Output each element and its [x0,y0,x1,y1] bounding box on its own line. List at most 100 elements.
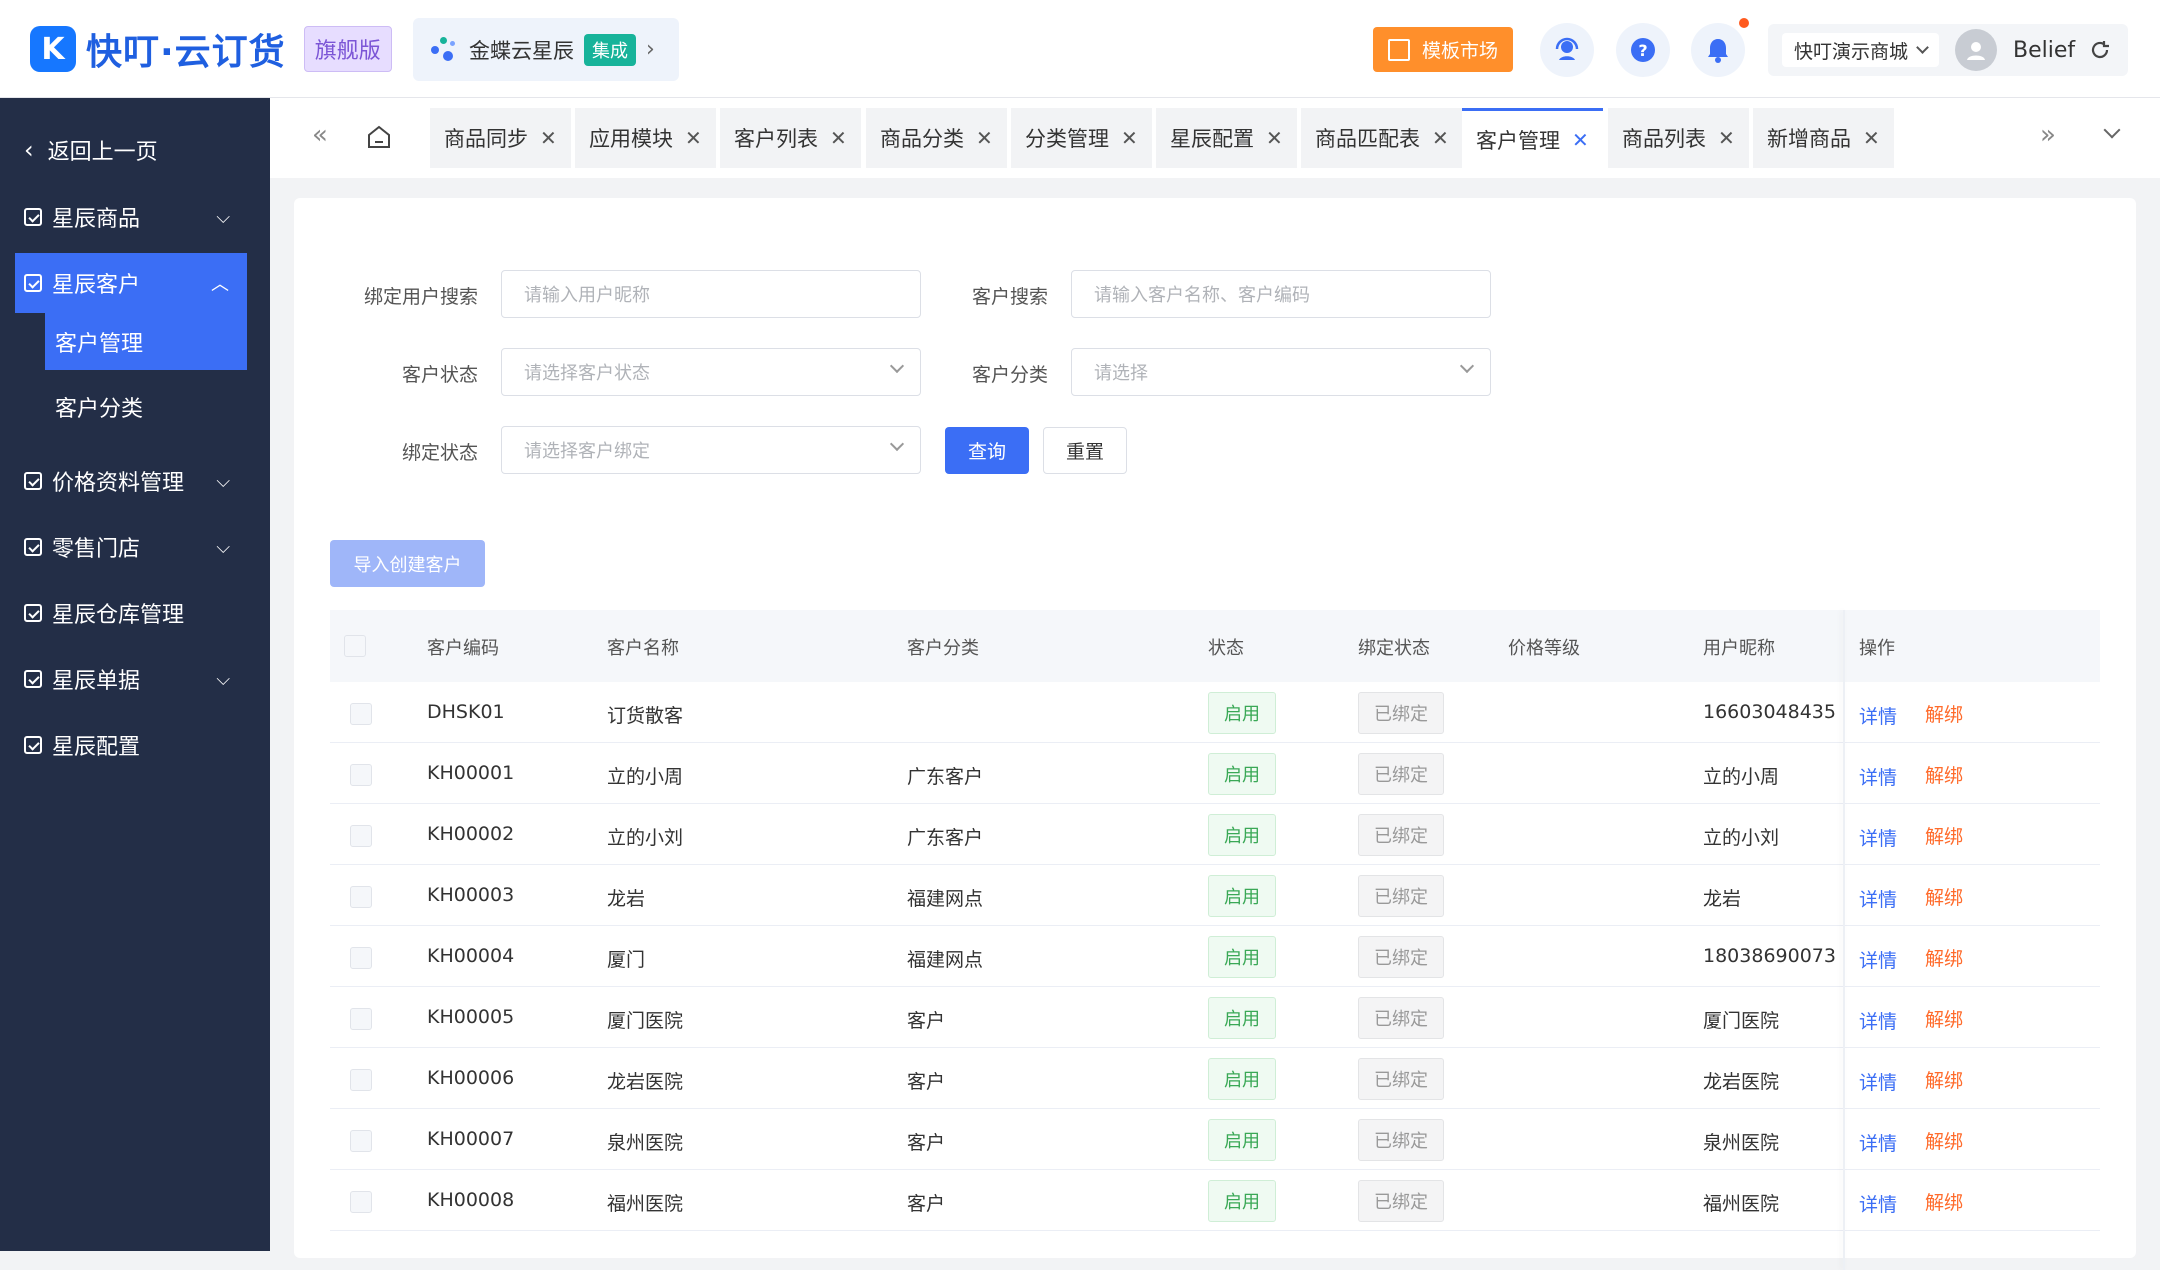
close-icon[interactable]: ✕ [685,126,702,150]
tab-app-modules[interactable]: 应用模块 ✕ [575,108,716,168]
row-checkbox[interactable] [350,947,372,969]
tab-product-category[interactable]: 商品分类 ✕ [866,108,1007,168]
table-row[interactable]: KH00008 福州医院 客户 启用 已绑定 福州医院 详情 解绑 [330,1170,2100,1231]
sidebar-item-warehouse[interactable]: 星辰仓库管理 [0,583,270,643]
chevron-down-icon[interactable] [2103,121,2121,139]
detail-link[interactable]: 详情 [1859,1068,1897,1095]
tab-customer-management[interactable]: 客户管理 ✕ [1462,108,1603,168]
tab-product-list[interactable]: 商品列表 ✕ [1608,108,1749,168]
table-row[interactable]: KH00004 厦门 福建网点 启用 已绑定 18038690073 详情 解绑 [330,926,2100,987]
home-icon[interactable] [366,124,392,150]
notification-button[interactable] [1691,23,1745,77]
unbind-link[interactable]: 解绑 [1925,1127,1963,1154]
row-checkbox[interactable] [350,703,372,725]
unbind-link[interactable]: 解绑 [1925,1005,1963,1032]
column-header[interactable]: 客户名称 [607,634,679,660]
row-checkbox[interactable] [350,1069,372,1091]
column-header[interactable]: 状态 [1208,634,1244,660]
table-row[interactable]: KH00006 龙岩医院 客户 启用 已绑定 龙岩医院 详情 解绑 [330,1048,2100,1109]
sidebar-item-products[interactable]: 星辰商品 ⌵ [0,187,270,247]
table-row[interactable]: KH00002 立的小刘 广东客户 启用 已绑定 立的小刘 详情 解绑 [330,804,2100,865]
table-row[interactable]: KH00003 龙岩 福建网点 启用 已绑定 龙岩 详情 解绑 [330,865,2100,926]
row-checkbox[interactable] [350,825,372,847]
tab-xingchen-settings[interactable]: 星辰配置 ✕ [1156,108,1297,168]
kingdee-integration-link[interactable]: 金蝶云星辰 集成 › [413,18,679,81]
sidebar-item-retail-stores[interactable]: 零售门店 ⌵ [0,517,270,577]
svg-text:?: ? [1638,41,1647,60]
close-icon[interactable]: ✕ [1572,128,1589,152]
double-chevron-left-icon[interactable]: « [312,120,328,150]
sidebar-subitem-customer-category[interactable]: 客户分类 [45,378,247,435]
column-header[interactable]: 价格等级 [1508,634,1580,660]
customer-category-select[interactable]: 请选择 [1071,348,1491,396]
sidebar-item-price[interactable]: 价格资料管理 ⌵ [0,451,270,511]
row-checkbox[interactable] [350,1008,372,1030]
close-icon[interactable]: ✕ [540,126,557,150]
unbind-link[interactable]: 解绑 [1925,761,1963,788]
detail-link[interactable]: 详情 [1859,702,1897,729]
close-icon[interactable]: ✕ [1266,126,1283,150]
help-button[interactable]: ? [1616,23,1670,77]
refresh-icon[interactable] [2089,39,2111,61]
back-link[interactable]: ‹ 返回上一页 [0,120,270,180]
close-icon[interactable]: ✕ [1718,126,1735,150]
column-header[interactable]: 客户编码 [427,634,499,660]
close-icon[interactable]: ✕ [1121,126,1138,150]
sidebar-item-documents[interactable]: 星辰单据 ⌵ [0,649,270,709]
unbind-link[interactable]: 解绑 [1925,700,1963,727]
unbind-link[interactable]: 解绑 [1925,1066,1963,1093]
service-icon [1555,37,1579,60]
table-row[interactable]: KH00005 厦门医院 客户 启用 已绑定 厦门医院 详情 解绑 [330,987,2100,1048]
tab-add-product[interactable]: 新增商品 ✕ [1753,108,1894,168]
shop-selector[interactable]: 快叮演示商城 [1782,33,1940,67]
bind-user-input[interactable]: 请输入用户昵称 [501,270,921,318]
detail-link[interactable]: 详情 [1859,1007,1897,1034]
customer-service-button[interactable] [1540,23,1594,77]
bind-status-select[interactable]: 请选择客户绑定 [501,426,921,474]
tab-category-management[interactable]: 分类管理 ✕ [1011,108,1152,168]
detail-link[interactable]: 详情 [1859,763,1897,790]
row-checkbox[interactable] [350,886,372,908]
column-header[interactable]: 用户昵称 [1703,634,1775,660]
reset-button[interactable]: 重置 [1043,427,1127,474]
table-row[interactable]: KH00007 泉州医院 客户 启用 已绑定 泉州医院 详情 解绑 [330,1109,2100,1170]
close-icon[interactable]: ✕ [1432,126,1449,150]
sidebar-item-customers[interactable]: 星辰客户 ︿ [15,253,247,313]
sidebar-subitem-customer-management[interactable]: 客户管理 [45,313,247,370]
select-all-checkbox[interactable] [344,635,366,657]
unbind-link[interactable]: 解绑 [1925,944,1963,971]
detail-link[interactable]: 详情 [1859,885,1897,912]
close-icon[interactable]: ✕ [1863,126,1880,150]
user-area: 快叮演示商城 Belief [1768,24,2128,76]
tab-customer-list[interactable]: 客户列表 ✕ [720,108,861,168]
avatar[interactable] [1955,29,1998,71]
unbind-link[interactable]: 解绑 [1925,883,1963,910]
row-checkbox[interactable] [350,1130,372,1152]
detail-link[interactable]: 详情 [1859,1129,1897,1156]
table-row[interactable]: KH00001 立的小周 广东客户 启用 已绑定 立的小周 详情 解绑 [330,743,2100,804]
import-customer-button[interactable]: 导入创建客户 [330,540,485,587]
double-chevron-right-icon[interactable]: » [2040,120,2056,150]
customer-search-input[interactable]: 请输入客户名称、客户编码 [1071,270,1491,318]
detail-link[interactable]: 详情 [1859,824,1897,851]
tab-product-matching[interactable]: 商品匹配表 ✕ [1301,108,1463,168]
sidebar-item-settings[interactable]: 星辰配置 [0,715,270,775]
row-checkbox[interactable] [350,764,372,786]
detail-link[interactable]: 详情 [1859,1190,1897,1217]
close-icon[interactable]: ✕ [976,126,993,150]
column-header[interactable]: 客户分类 [907,634,979,660]
detail-link[interactable]: 详情 [1859,946,1897,973]
unbind-link[interactable]: 解绑 [1925,822,1963,849]
row-checkbox[interactable] [350,1191,372,1213]
tab-product-sync[interactable]: 商品同步 ✕ [430,108,571,168]
close-icon[interactable]: ✕ [830,126,847,150]
query-button[interactable]: 查询 [945,427,1029,474]
column-header[interactable]: 绑定状态 [1358,634,1430,660]
help-icon: ? [1631,38,1655,62]
menu-icon [24,670,42,688]
customer-status-select[interactable]: 请选择客户状态 [501,348,921,396]
brand-logo[interactable]: K 快叮·云订货 旗舰版 [30,24,392,74]
unbind-link[interactable]: 解绑 [1925,1188,1963,1215]
template-market-button[interactable]: 模板市场 [1373,27,1513,72]
table-row[interactable]: DHSK01 订货散客 启用 已绑定 16603048435 详情 解绑 [330,682,2100,743]
